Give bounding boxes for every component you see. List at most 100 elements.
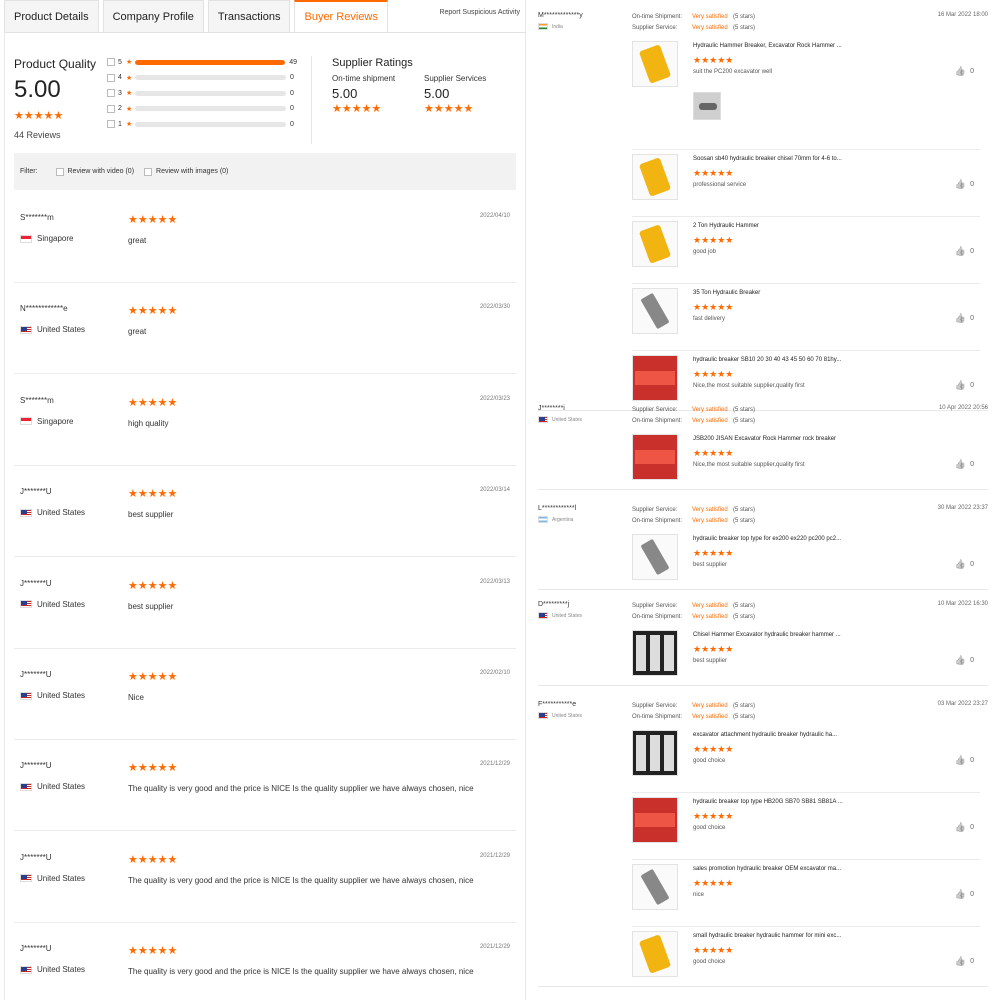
reviewer-name: J*******U bbox=[20, 852, 52, 862]
product-title-link[interactable]: small hydraulic breaker hydraulic hammer… bbox=[693, 933, 841, 939]
thumbnail-shape bbox=[636, 735, 646, 771]
rating-count: 49 bbox=[289, 58, 297, 66]
review-date: 2021/12/29 bbox=[479, 944, 510, 951]
helpful-button[interactable]: 👍 0 bbox=[955, 179, 974, 190]
helpful-button[interactable]: 👍 0 bbox=[955, 822, 974, 833]
helpful-button[interactable]: 👍 0 bbox=[955, 956, 974, 967]
tab-company-profile[interactable]: Company Profile bbox=[102, 0, 204, 32]
filter-bar: Filter: Review with video (0) Review wit… bbox=[14, 153, 516, 190]
helpful-button[interactable]: 👍 0 bbox=[955, 459, 974, 470]
helpful-button[interactable]: 👍 0 bbox=[955, 655, 974, 666]
review-date: 10 Mar 2022 16:30 bbox=[937, 601, 988, 607]
review-item: J*******U United States ★★★★★ best supplier… bbox=[14, 466, 516, 558]
review-text: great bbox=[128, 236, 147, 245]
thumbs-up-icon: 👍 bbox=[954, 179, 967, 189]
rating-filter-checkbox[interactable] bbox=[107, 73, 115, 82]
helpful-button[interactable]: 👍 0 bbox=[955, 559, 974, 570]
rating-stars-text: (5 stars) bbox=[733, 14, 756, 20]
like-count: 0 bbox=[970, 891, 974, 898]
tab-transactions[interactable]: Transactions bbox=[207, 0, 291, 32]
country-flag-icon bbox=[538, 416, 548, 423]
star-icon: ★ bbox=[126, 121, 133, 128]
country-name: United States bbox=[552, 416, 583, 423]
star-rating-icon: ★★★★★ bbox=[128, 488, 178, 501]
helpful-button[interactable]: 👍 0 bbox=[955, 889, 974, 900]
product-title-link[interactable]: hydraulic breaker SB10 20 30 40 43 45 50… bbox=[693, 357, 841, 363]
like-count: 0 bbox=[970, 181, 974, 188]
rating-filter-checkbox[interactable] bbox=[107, 104, 115, 113]
helpful-button[interactable]: 👍 0 bbox=[955, 313, 974, 324]
product-thumbnail[interactable] bbox=[632, 864, 678, 910]
star-rating-icon: ★★★★★ bbox=[128, 945, 178, 958]
product-title-link[interactable]: hydraulic breaker top type HB20G SB70 SB… bbox=[693, 799, 843, 805]
rating-line: Supplier Service: Very satisfied (5 stars) bbox=[632, 405, 755, 416]
product-title-link[interactable]: 35 Ton Hydraulic Breaker bbox=[693, 290, 760, 296]
country-flag-icon bbox=[538, 712, 548, 719]
review-text: Nice bbox=[128, 693, 145, 702]
product-thumbnail[interactable] bbox=[632, 797, 678, 843]
rating-filter-checkbox[interactable] bbox=[107, 89, 115, 97]
rating-label: On-time Shipment: bbox=[632, 614, 683, 620]
review-text: good choice bbox=[693, 959, 726, 965]
rating-line: On-time Shipment: Very satisfied (5 stars) bbox=[632, 612, 755, 623]
rating-count: 0 bbox=[290, 74, 294, 81]
helpful-button[interactable]: 👍 0 bbox=[955, 246, 974, 257]
order-review: D*********j United States Supplier Service… bbox=[538, 601, 988, 686]
filter-images-checkbox[interactable] bbox=[144, 167, 153, 176]
review-attachment-image[interactable] bbox=[693, 92, 721, 120]
order-reviews-panel: M*************y India On-time Shipment: Ver… bbox=[530, 0, 1000, 1000]
rating-count: 0 bbox=[290, 89, 294, 97]
review-text: good choice bbox=[693, 825, 726, 831]
country-flag-icon bbox=[20, 965, 32, 974]
star-rating-icon: ★★★★★ bbox=[693, 235, 734, 245]
product-title-link[interactable]: hydraulic breaker top type for ex200 ex2… bbox=[693, 536, 841, 542]
product-thumbnail[interactable] bbox=[632, 730, 678, 776]
rating-line: Supplier Service: Very satisfied (5 stars) bbox=[632, 505, 755, 516]
helpful-button[interactable]: 👍 0 bbox=[955, 755, 974, 766]
filter-video-checkbox[interactable] bbox=[55, 167, 64, 176]
report-suspicious-link[interactable]: Report Suspicious Activity bbox=[439, 9, 520, 16]
product-thumbnail[interactable] bbox=[632, 41, 678, 87]
star-rating-icon: ★★★★★ bbox=[128, 579, 178, 592]
tab-buyer-reviews[interactable]: Buyer Reviews bbox=[294, 0, 388, 32]
rating-filter-checkbox[interactable] bbox=[107, 120, 115, 128]
product-thumbnail[interactable] bbox=[632, 288, 678, 334]
rating-value: Very satisfied bbox=[692, 14, 728, 20]
product-review-item: JSB200 JISAN Excavator Rock Hammer rock … bbox=[632, 430, 980, 497]
product-thumbnail[interactable] bbox=[632, 355, 678, 401]
product-title-link[interactable]: Chisel Hammer Excavator hydraulic breake… bbox=[693, 632, 841, 638]
star-rating-icon: ★★★★★ bbox=[693, 168, 734, 178]
review-item: J*******U United States ★★★★★ The quality i… bbox=[14, 923, 516, 1000]
review-text: The quality is very good and the price i… bbox=[128, 784, 474, 794]
product-thumbnail[interactable] bbox=[632, 154, 678, 200]
rating-filter-checkbox[interactable] bbox=[107, 58, 115, 66]
thumbs-up-icon: 👍 bbox=[954, 655, 967, 665]
product-title-link[interactable]: 2 Ton Hydraulic Hammer bbox=[693, 223, 759, 229]
rating-line: On-time Shipment: Very satisfied (5 stars) bbox=[632, 416, 755, 427]
product-title-link[interactable]: Hydraulic Hammer Breaker, Excavator Rock… bbox=[693, 43, 842, 49]
review-item: J*******U United States ★★★★★ The quality i… bbox=[14, 832, 516, 923]
services-score: 5.00 bbox=[424, 86, 450, 101]
helpful-button[interactable]: 👍 0 bbox=[955, 66, 974, 77]
product-title-link[interactable]: sales promotion hydraulic breaker OEM ex… bbox=[693, 866, 841, 872]
product-thumbnail[interactable] bbox=[632, 931, 678, 977]
product-title-link[interactable]: excavator attachment hydraulic breaker h… bbox=[693, 732, 837, 738]
tab-product-details[interactable]: Product Details bbox=[4, 0, 99, 32]
product-thumbnail[interactable] bbox=[632, 221, 678, 267]
filter-images-option[interactable]: Review with images (0) bbox=[144, 167, 228, 176]
country-name: United States bbox=[37, 508, 86, 518]
review-item: S*******m Singapore ★★★★★ great 2022/04/10 bbox=[14, 192, 516, 283]
rating-value: Very satisfied bbox=[692, 703, 728, 709]
star-rating-icon: ★★★★★ bbox=[128, 853, 178, 866]
product-title-link[interactable]: JSB200 JISAN Excavator Rock Hammer rock … bbox=[693, 436, 836, 442]
product-title-link[interactable]: Soosan sb40 hydraulic breaker chisel 70m… bbox=[693, 156, 842, 162]
supplier-ratings-title: Supplier Ratings bbox=[332, 57, 413, 69]
service-rating: Supplier Services 5.00 ★★★★★ bbox=[424, 74, 486, 115]
product-thumbnail[interactable] bbox=[632, 434, 678, 480]
filter-video-option[interactable]: Review with video (0) bbox=[55, 167, 134, 176]
product-thumbnail[interactable] bbox=[632, 630, 678, 676]
helpful-button[interactable]: 👍 0 bbox=[955, 380, 974, 391]
product-thumbnail[interactable] bbox=[632, 534, 678, 580]
review-text: best supplier bbox=[693, 658, 728, 664]
country-name: United States bbox=[37, 691, 86, 700]
